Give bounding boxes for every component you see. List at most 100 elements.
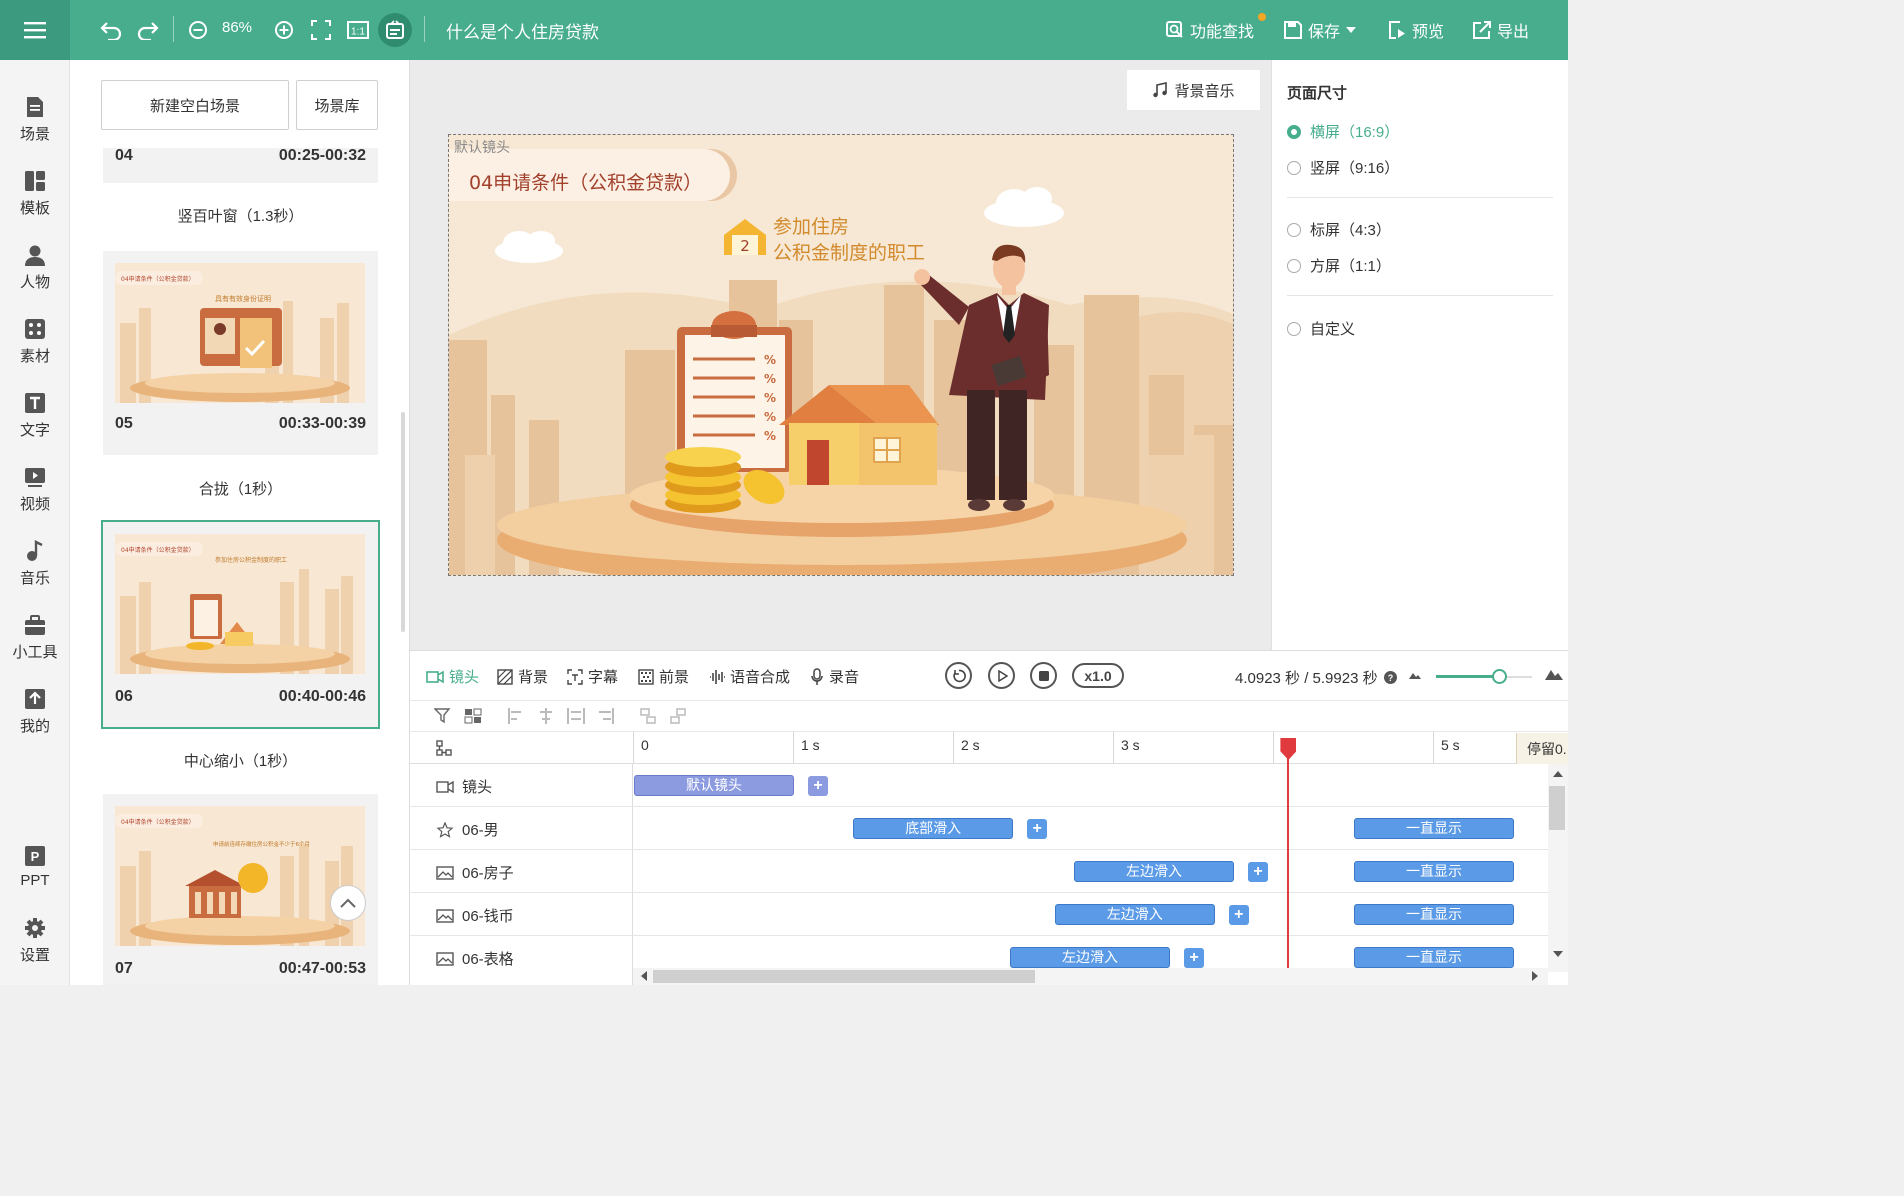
- layers-icon[interactable]: [464, 707, 482, 725]
- rail-item-text[interactable]: 文字: [0, 381, 70, 451]
- play-button[interactable]: [988, 662, 1015, 689]
- new-blank-scene-button[interactable]: 新建空白场景: [101, 80, 289, 130]
- stay-duration-label[interactable]: 停留0.: [1516, 733, 1568, 764]
- rail-item-toolbox[interactable]: 小工具: [0, 603, 70, 673]
- tab-foreground[interactable]: 前景: [638, 666, 689, 687]
- playhead-line: [1287, 742, 1290, 972]
- tab-lens[interactable]: 镜头: [426, 666, 479, 687]
- radio-square[interactable]: 方屏（1:1）: [1287, 255, 1391, 276]
- scroll-up-arrow-icon[interactable]: [1553, 770, 1563, 777]
- order-up-icon[interactable]: [639, 707, 657, 725]
- zoom-in-mountain-icon[interactable]: [1545, 668, 1563, 680]
- track-name-man[interactable]: 06-男: [436, 819, 499, 840]
- slide-stage[interactable]: 04申请条件（公积金贷款） 2 参加住房 公积金制度的职工 %%%%%: [448, 134, 1234, 576]
- add-animation-button[interactable]: +: [1228, 905, 1249, 925]
- tab-tts[interactable]: 语音合成: [709, 666, 790, 687]
- scroll-left-arrow-icon[interactable]: [640, 971, 647, 981]
- actual-size-button[interactable]: 1:1: [343, 14, 373, 46]
- animation-block[interactable]: 左边滑入: [1074, 861, 1234, 882]
- rail-item-template[interactable]: 模板: [0, 159, 70, 229]
- radio-circle: [1287, 160, 1301, 175]
- playback-speed[interactable]: x1.0: [1072, 663, 1124, 688]
- animation-block[interactable]: 一直显示: [1354, 861, 1514, 882]
- scene-panel-scrollbar[interactable]: [401, 412, 405, 632]
- tab-background[interactable]: 背景: [497, 666, 548, 687]
- document-title[interactable]: 什么是个人住房贷款: [446, 18, 599, 43]
- radio-custom[interactable]: 自定义: [1287, 318, 1355, 339]
- rail-item-video[interactable]: 视频: [0, 455, 70, 525]
- rail-item-ppt[interactable]: P PPT: [0, 832, 70, 902]
- track-name-lens[interactable]: 镜头: [436, 776, 492, 797]
- zoom-out-mountain-icon[interactable]: [1409, 671, 1421, 679]
- background-music-button[interactable]: 背景音乐: [1127, 70, 1260, 110]
- animation-block[interactable]: 一直显示: [1354, 947, 1514, 968]
- add-animation-button[interactable]: +: [808, 776, 828, 796]
- track-grid-icon[interactable]: [436, 740, 452, 756]
- align-left-icon[interactable]: [507, 707, 525, 725]
- track-name-form[interactable]: 06-表格: [436, 948, 514, 969]
- scene-card-04[interactable]: 04 00:25-00:32: [103, 147, 378, 183]
- scene-card-05[interactable]: 04申请条件（公积金贷款） 具有有效身份证明 05 00:33-00:39: [103, 251, 378, 455]
- scroll-to-top-button[interactable]: [330, 885, 366, 921]
- rail-item-material[interactable]: 素材: [0, 307, 70, 377]
- replay-button[interactable]: [945, 662, 972, 689]
- animation-block[interactable]: 左边滑入: [1054, 904, 1215, 925]
- redo-button[interactable]: [133, 14, 163, 46]
- rail-item-person[interactable]: 人物: [0, 233, 70, 303]
- track-name-coins[interactable]: 06-钱币: [436, 905, 514, 926]
- svg-text:%: %: [764, 372, 776, 386]
- scene-card-06[interactable]: 04申请条件（公积金贷款） 参加住房公积金制度的职工 06 00:40-00:4…: [101, 520, 380, 729]
- zoom-level[interactable]: 86%: [222, 19, 252, 36]
- scene-library-button[interactable]: 场景库: [296, 80, 378, 130]
- timeline-vertical-scroll-thumb[interactable]: [1549, 786, 1565, 830]
- timeline-horizontal-scroll-thumb[interactable]: [653, 970, 1035, 983]
- add-animation-button[interactable]: +: [1027, 819, 1048, 839]
- align-right-icon[interactable]: [597, 707, 615, 725]
- scroll-down-arrow-icon[interactable]: [1553, 951, 1563, 958]
- scene-list-panel: 新建空白场景 场景库 04 00:25-00:32 竖百叶窗（1.3秒） 04申…: [70, 60, 410, 985]
- tab-subtitle[interactable]: 字幕: [567, 666, 618, 687]
- scene-transition[interactable]: 竖百叶窗（1.3秒）: [103, 205, 378, 226]
- save-button[interactable]: 保存: [1284, 18, 1357, 42]
- scene-transition[interactable]: 合拢（1秒）: [103, 478, 378, 499]
- track-name-house[interactable]: 06-房子: [436, 862, 514, 883]
- animation-block[interactable]: 左边滑入: [1010, 947, 1170, 968]
- zoom-out-button[interactable]: [183, 14, 213, 46]
- tab-record[interactable]: 录音: [810, 666, 859, 687]
- fullscreen-button[interactable]: [306, 14, 336, 46]
- align-distribute-icon[interactable]: [567, 707, 585, 725]
- fullscreen-icon: [311, 20, 331, 40]
- order-down-icon[interactable]: [669, 707, 687, 725]
- radio-standard[interactable]: 标屏（4:3）: [1287, 219, 1391, 240]
- subtitle-toggle-button[interactable]: [378, 13, 412, 47]
- rail-item-settings[interactable]: 设置: [0, 906, 70, 976]
- menu-button[interactable]: [0, 0, 70, 60]
- scene-thumbnail: 04申请条件（公积金贷款） 申请前连续存缴住房公积金不少于6个月: [115, 806, 365, 946]
- filter-icon[interactable]: [434, 707, 452, 725]
- rail-item-mine[interactable]: 我的: [0, 677, 70, 747]
- animation-block[interactable]: 一直显示: [1354, 904, 1514, 925]
- radio-landscape[interactable]: 横屏（16:9）: [1287, 121, 1399, 142]
- rail-item-music[interactable]: 音乐: [0, 529, 70, 599]
- stop-button[interactable]: [1030, 662, 1057, 689]
- zoom-in-button[interactable]: [269, 14, 299, 46]
- animation-block[interactable]: 底部滑入: [853, 818, 1014, 839]
- tab-label: 背景: [518, 669, 549, 686]
- export-button[interactable]: 导出: [1473, 18, 1529, 42]
- time-ruler[interactable]: [410, 732, 1568, 764]
- animation-block[interactable]: 默认镜头: [634, 775, 794, 796]
- add-animation-button[interactable]: +: [1184, 948, 1204, 968]
- preview-button[interactable]: 预览: [1388, 18, 1444, 42]
- star-icon: [436, 821, 454, 838]
- radio-portrait[interactable]: 竖屏（9:16）: [1287, 157, 1399, 178]
- scene-transition[interactable]: 中心缩小（1秒）: [103, 750, 378, 771]
- add-animation-button[interactable]: +: [1248, 862, 1268, 882]
- animation-block[interactable]: 一直显示: [1354, 818, 1514, 839]
- find-feature-button[interactable]: 功能查找: [1166, 18, 1254, 42]
- person-icon: [25, 245, 45, 266]
- help-icon[interactable]: ?: [1383, 671, 1397, 684]
- scroll-right-arrow-icon[interactable]: [1532, 971, 1539, 981]
- align-center-icon[interactable]: [537, 707, 555, 725]
- undo-button[interactable]: [96, 14, 126, 46]
- rail-item-scene[interactable]: 场景: [0, 85, 70, 155]
